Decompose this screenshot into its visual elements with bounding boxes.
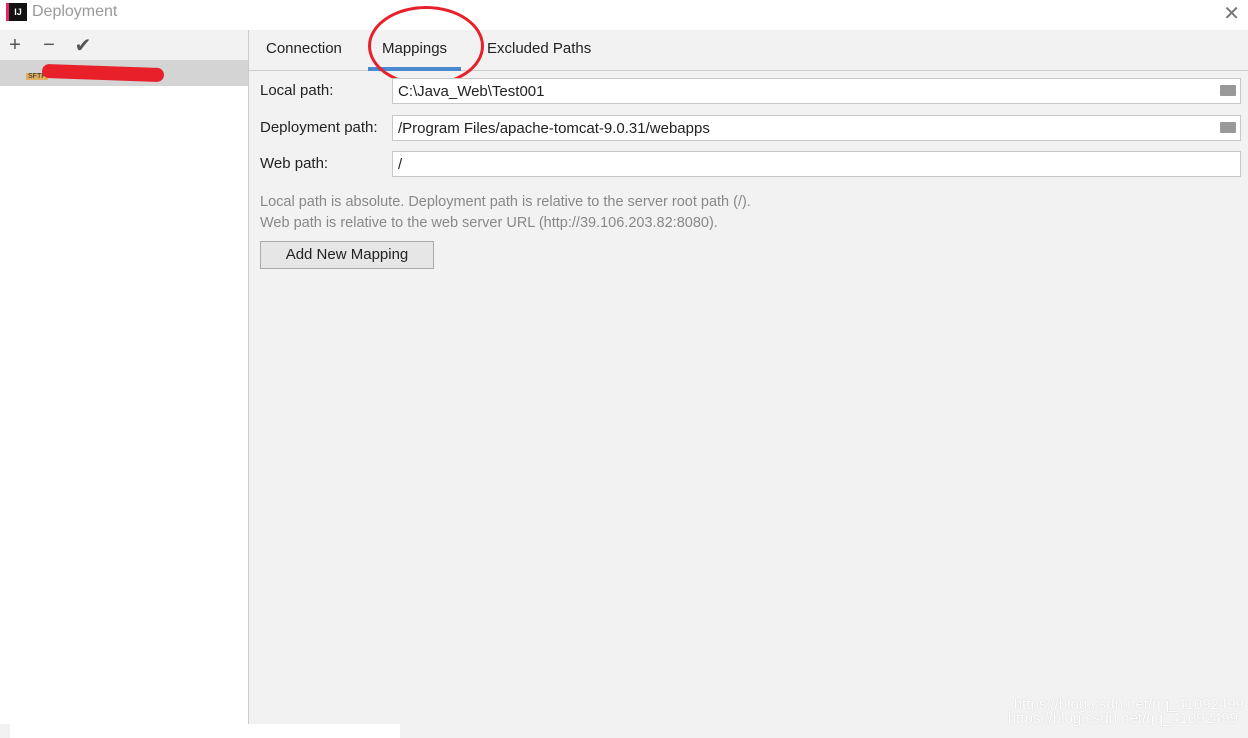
server-list-panel: + − ✔ SFTP bbox=[0, 30, 249, 724]
add-icon[interactable]: + bbox=[5, 34, 25, 57]
folder-icon[interactable] bbox=[1220, 85, 1236, 96]
redaction-mark bbox=[41, 63, 165, 83]
server-toolbar: + − ✔ bbox=[0, 30, 248, 60]
deployment-path-input[interactable]: /Program Files/apache-tomcat-9.0.31/weba… bbox=[392, 115, 1241, 141]
hint-text: Web path is relative to the web server U… bbox=[260, 215, 718, 231]
local-path-label: Local path: bbox=[260, 82, 334, 99]
intellij-icon: IJ bbox=[6, 3, 27, 21]
web-path-label: Web path: bbox=[260, 155, 329, 172]
local-path-value: C:\Java_Web\Test001 bbox=[398, 83, 545, 100]
remove-icon[interactable]: − bbox=[39, 34, 59, 57]
window-title: Deployment bbox=[32, 3, 118, 20]
local-path-input[interactable]: C:\Java_Web\Test001 bbox=[392, 78, 1241, 104]
web-path-value: / bbox=[398, 156, 403, 173]
title-bar: IJ Deployment ✕ bbox=[0, 0, 1248, 30]
hint-text: Local path is absolute. Deployment path … bbox=[260, 194, 751, 210]
deployment-path-value: /Program Files/apache-tomcat-9.0.31/weba… bbox=[398, 120, 710, 137]
close-icon[interactable]: ✕ bbox=[1223, 1, 1240, 26]
watermark: https://blog.csdn.net/qq_41092499 bbox=[1007, 710, 1238, 727]
deployment-path-label: Deployment path: bbox=[260, 119, 378, 136]
add-new-mapping-button[interactable]: Add New Mapping bbox=[260, 241, 434, 269]
tab-connection[interactable]: Connection bbox=[266, 40, 342, 57]
check-icon[interactable]: ✔ bbox=[73, 33, 93, 58]
annotation-circle bbox=[368, 6, 484, 86]
scroll-area bbox=[10, 724, 400, 738]
folder-icon[interactable] bbox=[1220, 122, 1236, 133]
tab-excluded-paths[interactable]: Excluded Paths bbox=[487, 40, 591, 57]
web-path-input[interactable]: / bbox=[392, 151, 1241, 177]
server-item[interactable]: SFTP bbox=[0, 60, 248, 86]
